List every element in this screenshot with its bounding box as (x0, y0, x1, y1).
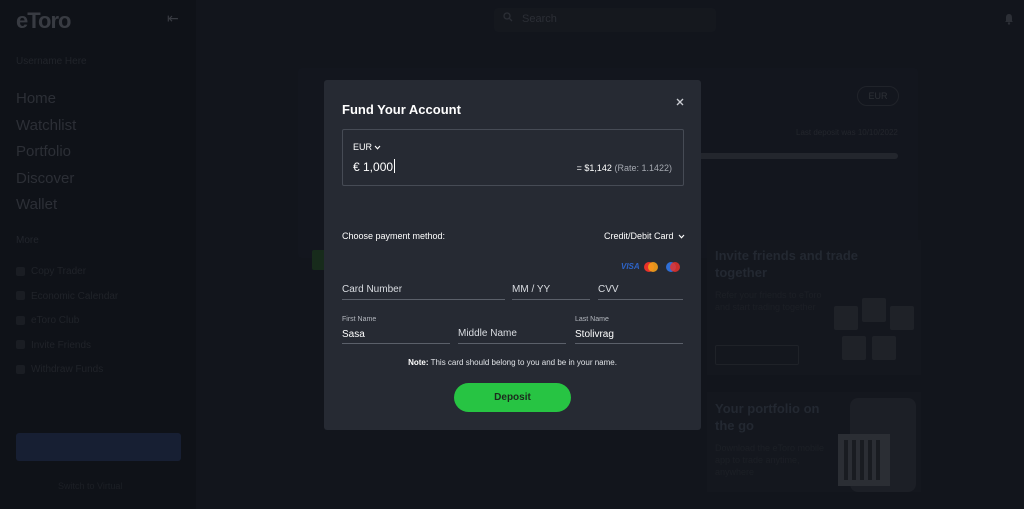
last-name-label: Last Name (575, 316, 609, 323)
conversion-display: = $1,142 (Rate: 1.1422) (577, 163, 672, 173)
converted-amount: = $1,142 (576, 163, 612, 173)
first-name-label: First Name (342, 316, 377, 323)
expiry-field[interactable]: MM / YY (512, 281, 590, 300)
chevron-down-icon (374, 145, 381, 150)
fund-account-modal: Fund Your Account EUR € 1,000 = $1,142 (… (324, 80, 701, 430)
expiry-placeholder: MM / YY (512, 284, 551, 295)
card-ownership-note: Note: This card should belong to you and… (324, 358, 701, 367)
mastercard-icon (644, 262, 658, 272)
visa-icon: VISA (621, 262, 640, 271)
modal-title: Fund Your Account (342, 102, 461, 117)
currency-select[interactable]: EUR (353, 142, 381, 152)
payment-method-select[interactable]: Credit/Debit Card (604, 231, 685, 241)
cvv-placeholder: CVV (598, 284, 619, 295)
maestro-icon (666, 262, 680, 272)
close-icon[interactable] (673, 95, 687, 109)
middle-name-field[interactable]: Middle Name (458, 325, 566, 344)
exchange-rate: (Rate: 1.1422) (614, 163, 672, 173)
payment-method-label: Choose payment method: (342, 231, 446, 241)
last-name-field[interactable]: Last Name Stolivrag (575, 316, 683, 344)
card-number-field[interactable]: Card Number (342, 281, 505, 300)
payment-method-value: Credit/Debit Card (604, 231, 674, 241)
middle-name-placeholder: Middle Name (458, 328, 517, 339)
note-label: Note: (408, 358, 429, 367)
amount-input[interactable]: € 1,000 (353, 159, 396, 174)
chevron-down-icon (678, 234, 684, 239)
amount-box: EUR € 1,000 = $1,142 (Rate: 1.1422) (342, 129, 684, 186)
cvv-field[interactable]: CVV (598, 281, 683, 300)
note-text: This card should belong to you and be in… (428, 358, 617, 367)
currency-label: EUR (353, 142, 373, 152)
text-caret (394, 159, 396, 173)
first-name-field[interactable]: First Name Sasa (342, 316, 450, 344)
last-name-value: Stolivrag (575, 329, 614, 340)
card-number-placeholder: Card Number (342, 284, 403, 295)
first-name-value: Sasa (342, 329, 365, 340)
deposit-button[interactable]: Deposit (454, 383, 571, 412)
